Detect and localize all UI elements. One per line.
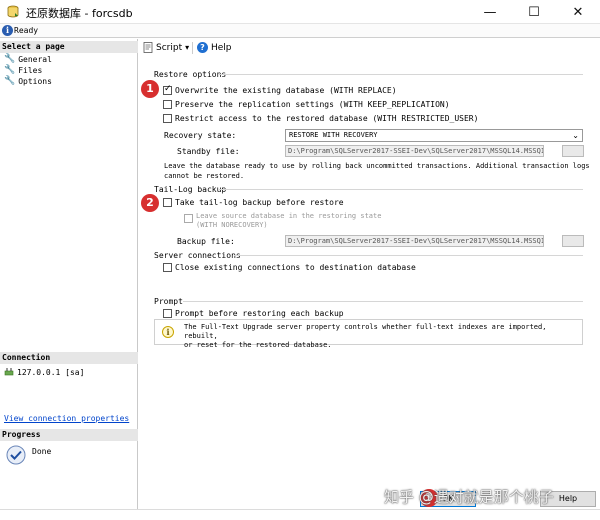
leave-source-line-2: (WITH NORECOVERY) <box>196 221 268 229</box>
backup-file-browse-button[interactable] <box>562 235 584 247</box>
nav-item-general[interactable]: 🔧 General <box>4 54 52 64</box>
left-pane: Select a page 🔧 General 🔧 Files 🔧 Option… <box>0 39 138 509</box>
recovery-state-select[interactable]: RESTORE WITH RECOVERY ⌄ <box>285 129 583 142</box>
progress-header: Progress <box>0 429 138 441</box>
view-connection-properties-link[interactable]: View connection properties <box>4 414 129 423</box>
server-connection-icon <box>4 368 14 376</box>
nav-item-label: Options <box>18 76 52 86</box>
wrench-icon: 🔧 <box>4 54 16 64</box>
take-tail-log-label: Take tail-log backup before restore <box>175 198 344 207</box>
backup-file-label: Backup file: <box>177 237 235 246</box>
wrench-icon: 🔧 <box>4 76 16 86</box>
full-text-info-text: The Full-Text Upgrade server property co… <box>184 323 582 350</box>
connection-header: Connection <box>0 352 138 364</box>
toolbar-divider <box>192 42 193 54</box>
nav-item-label: Files <box>18 65 43 75</box>
annotation-marker-1: 1 <box>141 80 159 98</box>
prompt-title: Prompt <box>154 297 183 306</box>
prompt-before-restore-checkbox[interactable] <box>163 309 172 318</box>
help-label: Help <box>211 42 232 53</box>
info-icon: i <box>2 25 13 36</box>
standby-browse-button[interactable] <box>562 145 584 157</box>
window-title: 还原数据库 - forcsdb <box>26 7 133 20</box>
overwrite-label: Overwrite the existing database (WITH RE… <box>175 86 397 95</box>
watermark-text: 知乎 @遇对就是那个桃子 <box>384 488 554 506</box>
overwrite-checkbox[interactable] <box>163 84 172 95</box>
connection-server-text: 127.0.0.1 [sa] <box>17 367 85 377</box>
leave-source-checkbox[interactable] <box>184 214 193 223</box>
status-bar: i Ready <box>0 24 600 38</box>
nav-item-options[interactable]: 🔧 Options <box>4 76 52 86</box>
close-connections-checkbox[interactable] <box>163 263 172 272</box>
prompt-before-restore-label: Prompt before restoring each backup <box>175 309 344 318</box>
wrench-icon: 🔧 <box>4 65 16 75</box>
close-connections-label: Close existing connections to destinatio… <box>175 263 416 272</box>
full-text-info-line-2: or reset for the restored database. <box>184 341 332 349</box>
tail-log-title: Tail-Log backup <box>154 185 227 194</box>
help-icon: ? <box>197 42 208 53</box>
connection-server: 127.0.0.1 [sa] <box>4 367 84 377</box>
progress-status: Done <box>32 447 52 456</box>
group-divider <box>219 74 583 75</box>
server-connections-title: Server connections <box>154 251 241 260</box>
recovery-state-value: RESTORE WITH RECOVERY <box>289 131 378 139</box>
done-check-icon <box>6 445 26 465</box>
group-divider <box>183 301 583 302</box>
close-button[interactable]: ✕ <box>556 0 600 24</box>
recovery-state-label: Recovery state: <box>164 131 237 140</box>
bottom-divider <box>0 509 600 510</box>
options-pane: Script ▾ ? Help Restore options Overwrit… <box>139 39 600 509</box>
info-icon: i <box>162 326 174 338</box>
script-label: Script <box>156 42 183 53</box>
full-text-info-line-1: The Full-Text Upgrade server property co… <box>184 323 547 340</box>
database-restore-icon <box>7 5 19 18</box>
recovery-note-line-1: Leave the database ready to use by rolli… <box>164 162 590 170</box>
recovery-note-line-2: cannot be restored. <box>164 172 245 180</box>
nav-item-files[interactable]: 🔧 Files <box>4 65 42 75</box>
script-icon <box>143 42 153 53</box>
restrict-access-label: Restrict access to the restored database… <box>175 114 479 123</box>
select-page-header: Select a page <box>0 41 138 53</box>
leave-source-line-1: Leave source database in the restoring s… <box>196 212 382 220</box>
full-text-info-box: i The Full-Text Upgrade server property … <box>154 319 583 349</box>
script-button[interactable]: Script ▾ <box>143 42 189 53</box>
preserve-replication-label: Preserve the replication settings (WITH … <box>175 100 450 109</box>
backup-file-field[interactable]: D:\Program\SQLServer2017-SSEI-Dev\SQLSer… <box>285 235 544 247</box>
annotation-marker-2: 2 <box>141 194 159 212</box>
recovery-note: Leave the database ready to use by rolli… <box>164 161 594 181</box>
restore-options-title: Restore options <box>154 70 227 79</box>
chevron-down-icon[interactable]: ▾ <box>185 43 189 52</box>
standby-file-field[interactable]: D:\Program\SQLServer2017-SSEI-Dev\SQLSer… <box>285 145 544 157</box>
minimize-button[interactable]: — <box>468 0 512 24</box>
restrict-access-checkbox[interactable] <box>163 114 172 123</box>
group-divider <box>219 189 583 190</box>
chevron-down-icon: ⌄ <box>572 131 579 140</box>
title-bar: 还原数据库 - forcsdb — ☐ ✕ <box>0 0 600 24</box>
leave-source-label: Leave source database in the restoring s… <box>196 212 381 230</box>
nav-item-label: General <box>18 54 52 64</box>
preserve-replication-checkbox[interactable] <box>163 100 172 109</box>
maximize-button[interactable]: ☐ <box>512 0 556 24</box>
group-divider <box>234 255 583 256</box>
take-tail-log-checkbox[interactable] <box>163 198 172 207</box>
standby-file-label: Standby file: <box>177 147 240 156</box>
help-toolbar-button[interactable]: ? Help <box>197 42 232 53</box>
status-text: Ready <box>14 26 39 35</box>
